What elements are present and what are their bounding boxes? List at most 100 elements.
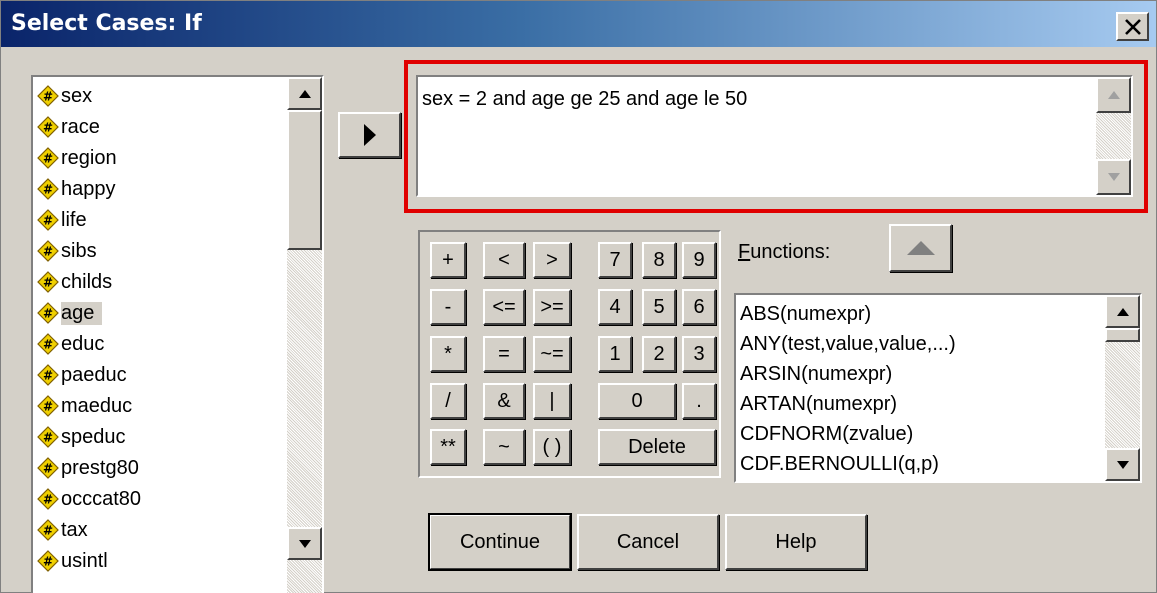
key-parentheses-button[interactable]: ( ) [533,429,571,465]
key-digit-0-button[interactable]: 0 [598,383,676,419]
scroll-down-button[interactable] [287,527,322,560]
variable-item[interactable]: # maeduc [37,391,136,421]
variable-label: paeduc [61,363,127,386]
variable-item[interactable]: # occcat80 [37,484,145,514]
key-digit-8-button[interactable]: 8 [642,242,676,278]
svg-text:#: # [43,245,53,259]
numeric-variable-icon: # [37,426,59,448]
variable-label: sibs [61,239,97,262]
key-digit-1-button[interactable]: 1 [598,336,632,372]
variable-list-scrollbar[interactable] [287,77,322,593]
key-delete-button[interactable]: Delete [598,429,716,465]
scroll-thumb[interactable] [287,110,322,250]
scroll-up-icon [1107,91,1120,99]
variable-item[interactable]: # happy [37,174,120,204]
numeric-variable-icon: # [37,178,59,200]
key-or-button[interactable]: | [533,383,571,419]
variable-item[interactable]: # speduc [37,422,130,452]
transfer-variable-button[interactable] [338,112,401,158]
functions-label: Functions: [738,241,831,263]
title-bar[interactable]: Select Cases: If [1,1,1156,47]
key-power-button[interactable]: ** [430,429,466,465]
key-plus-button[interactable]: + [430,242,466,278]
svg-text:#: # [43,462,53,476]
expression-text[interactable]: sex = 2 and age ge 25 and age le 50 [422,88,747,111]
function-item[interactable]: ARSIN(numexpr) [740,359,892,389]
variable-item[interactable]: # childs [37,267,116,297]
key-digit-3-button[interactable]: 3 [682,336,716,372]
key-decimal-button[interactable]: . [682,383,716,419]
key-digit-6-button[interactable]: 6 [682,289,716,325]
variable-item[interactable]: # life [37,205,91,235]
variable-label: usintl [61,549,108,572]
function-item[interactable]: ANY(test,value,value,...) [740,329,956,359]
expression-input[interactable]: sex = 2 and age ge 25 and age le 50 [416,75,1133,197]
numeric-variable-icon: # [37,85,59,107]
key-digit-7-button[interactable]: 7 [598,242,632,278]
variable-item[interactable]: # sibs [37,236,101,266]
insert-function-button[interactable] [889,224,952,272]
function-list-scrollbar[interactable] [1105,295,1140,481]
key-digit-2-button[interactable]: 2 [642,336,676,372]
numeric-variable-icon: # [37,271,59,293]
svg-text:#: # [43,555,53,569]
window-title: Select Cases: If [11,11,202,36]
function-list[interactable]: ABS(numexpr) ANY(test,value,value,...) ARS… [734,293,1142,483]
expression-scroll-up-button[interactable] [1096,77,1131,113]
svg-text:#: # [43,276,53,290]
variable-label: life [61,208,87,231]
variable-item[interactable]: # educ [37,329,108,359]
variable-list[interactable]: # sex # race # region # happy # life # sibs # childs #… [31,75,324,593]
key-not-equal-button[interactable]: ~= [533,336,571,372]
cancel-button[interactable]: Cancel [577,514,719,570]
variable-item[interactable]: # paeduc [37,360,131,390]
function-scroll-down-button[interactable] [1105,448,1140,481]
svg-text:#: # [43,493,53,507]
variable-label: region [61,146,117,169]
numeric-variable-icon: # [37,364,59,386]
key-digit-4-button[interactable]: 4 [598,289,632,325]
key-greater-than-button[interactable]: > [533,242,571,278]
key-digit-5-button[interactable]: 5 [642,289,676,325]
expression-scrollbar[interactable] [1096,77,1131,195]
key-not-button[interactable]: ~ [483,429,525,465]
variable-item[interactable]: # sex [37,81,96,111]
function-item[interactable]: CDFNORM(zvalue) [740,419,913,449]
key-divide-button[interactable]: / [430,383,466,419]
function-item[interactable]: CDF.BERNOULLI(q,p) [740,449,939,479]
numeric-variable-icon: # [37,457,59,479]
function-scroll-up-button[interactable] [1105,295,1140,328]
variable-label: speduc [61,425,126,448]
variable-label: childs [61,270,113,293]
help-button[interactable]: Help [725,514,867,570]
key-minus-button[interactable]: - [430,289,466,325]
function-item[interactable]: ABS(numexpr) [740,299,871,329]
key-multiply-button[interactable]: * [430,336,466,372]
function-scroll-thumb[interactable] [1105,328,1140,342]
close-button[interactable] [1116,12,1149,41]
numeric-variable-icon: # [37,519,59,541]
scroll-up-button[interactable] [287,77,322,110]
variable-item[interactable]: # age [37,298,103,328]
scroll-up-icon [298,89,311,98]
key-less-than-button[interactable]: < [483,242,525,278]
key-less-equal-button[interactable]: <= [483,289,525,325]
variable-item[interactable]: # tax [37,515,92,545]
continue-button[interactable]: Continue [428,513,572,571]
variable-item[interactable]: # race [37,112,104,142]
function-item[interactable]: ARTAN(numexpr) [740,389,897,419]
key-equals-button[interactable]: = [483,336,525,372]
key-digit-9-button[interactable]: 9 [682,242,716,278]
close-icon [1124,18,1141,35]
numeric-variable-icon: # [37,550,59,572]
variable-item[interactable]: # prestg80 [37,453,143,483]
expression-scroll-down-button[interactable] [1096,159,1131,195]
key-greater-equal-button[interactable]: >= [533,289,571,325]
variable-item[interactable]: # usintl [37,546,112,576]
variable-item[interactable]: # region [37,143,121,173]
scroll-down-icon [298,539,311,548]
svg-text:#: # [43,307,53,321]
numeric-variable-icon: # [37,240,59,262]
svg-text:#: # [43,369,53,383]
key-and-button[interactable]: & [483,383,525,419]
